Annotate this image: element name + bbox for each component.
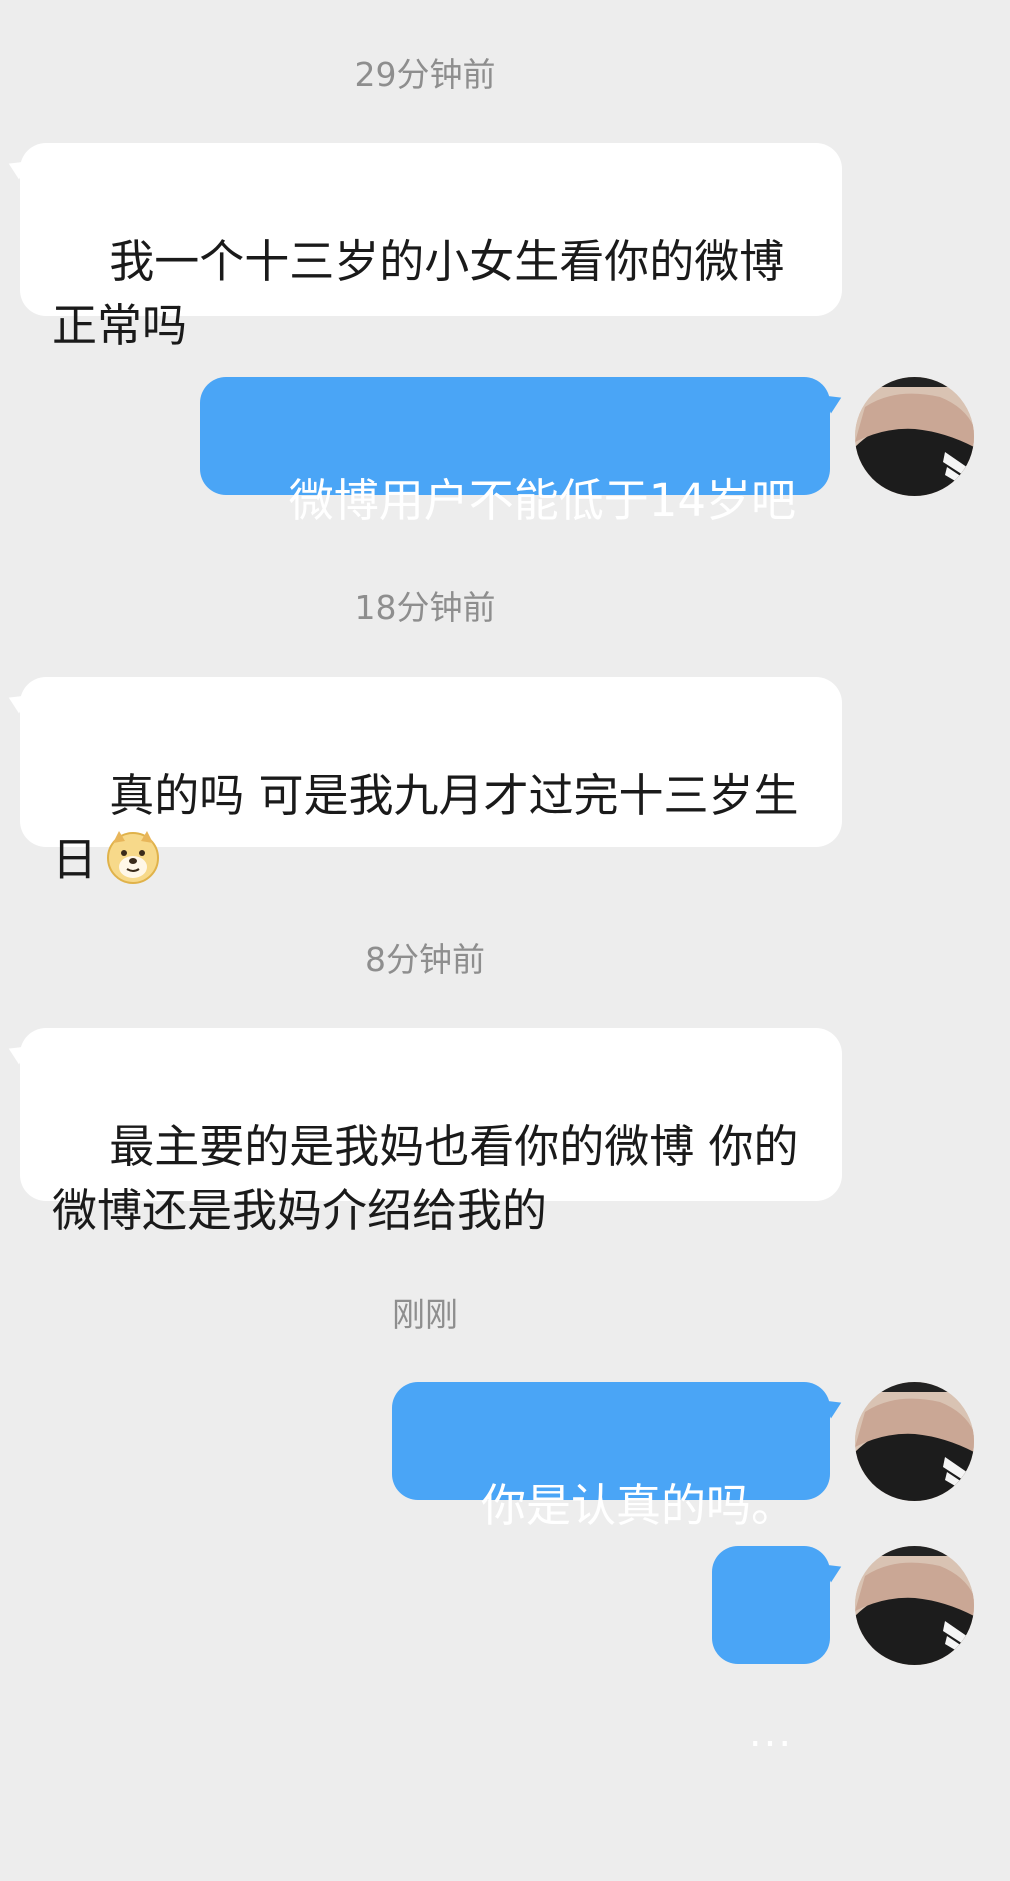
incoming-message-bubble[interactable]: 我一个十三岁的小女生看你的微博正常吗 xyxy=(20,143,842,352)
timestamp-29-min: 29分钟前 xyxy=(354,55,496,94)
avatar-photo xyxy=(855,1382,974,1501)
outgoing-message-bubble[interactable]: 你是认真的吗。 xyxy=(391,1382,830,1532)
avatar-photo xyxy=(855,1546,974,1665)
timestamp-8-min: 8分钟前 xyxy=(365,940,485,979)
user-avatar[interactable] xyxy=(855,1382,974,1501)
avatar-photo xyxy=(855,377,974,496)
incoming-message-text: 真的吗 可是我九月才过完十三岁生日 xyxy=(52,769,799,886)
doge-emoji-icon xyxy=(105,829,161,885)
outgoing-message-text: ... xyxy=(748,1710,794,1756)
outgoing-message-text: 你是认真的吗。 xyxy=(480,1479,796,1532)
user-avatar[interactable] xyxy=(855,377,974,496)
incoming-message-text: 最主要的是我妈也看你的微博 你的微博还是我妈介绍给我的 xyxy=(52,1120,799,1237)
incoming-message-text: 我一个十三岁的小女生看你的微博正常吗 xyxy=(52,235,785,352)
incoming-message-bubble[interactable]: 真的吗 可是我九月才过完十三岁生日 xyxy=(20,677,842,886)
timestamp-just-now: 刚刚 xyxy=(392,1295,458,1334)
timestamp-18-min: 18分钟前 xyxy=(354,588,496,627)
incoming-message-bubble[interactable]: 最主要的是我妈也看你的微博 你的微博还是我妈介绍给我的 xyxy=(20,1028,842,1237)
outgoing-message-text: 微博用户不能低于14岁吧 xyxy=(288,474,796,527)
chat-thread[interactable]: 29分钟前 我一个十三岁的小女生看你的微博正常吗 微博用户不能低于14岁吧 18… xyxy=(0,0,1010,1753)
outgoing-message-bubble[interactable]: ... xyxy=(712,1546,830,1753)
user-avatar[interactable] xyxy=(855,1546,974,1665)
outgoing-message-bubble[interactable]: 微博用户不能低于14岁吧 xyxy=(199,377,830,527)
